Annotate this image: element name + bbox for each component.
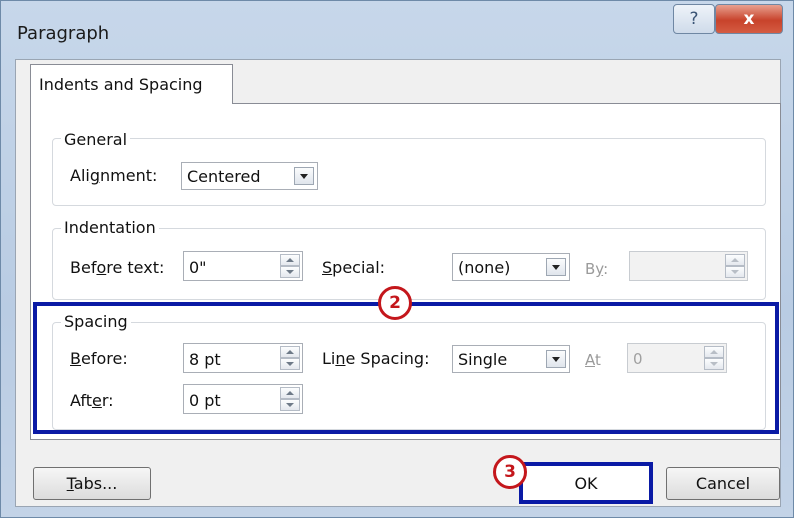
spin-up-icon[interactable] (280, 254, 300, 266)
spin-down-icon (725, 266, 745, 278)
special-value: (none) (458, 258, 511, 277)
close-button[interactable]: x (715, 4, 783, 34)
tabs-button-label: Tabs... (66, 474, 118, 493)
annotation-marker-2: 2 (378, 286, 412, 320)
special-label: Special: (322, 258, 386, 277)
tab-label: Indents and Spacing (39, 75, 203, 94)
close-icon: x (743, 9, 755, 29)
annotation-marker-3: 3 (493, 455, 527, 489)
help-button[interactable]: ? (673, 4, 715, 34)
by-label: By: (585, 260, 609, 278)
chevron-down-icon (546, 258, 566, 276)
cancel-button-label: Cancel (695, 474, 751, 493)
cancel-button[interactable]: Cancel (666, 467, 780, 500)
before-text-spinner[interactable]: 0" (183, 251, 303, 281)
special-dropdown[interactable]: (none) (452, 253, 570, 281)
spin-up-icon (725, 254, 745, 266)
help-icon: ? (689, 9, 699, 29)
annotation-marker-2-label: 2 (389, 293, 401, 313)
alignment-label: Alignment: (70, 166, 158, 185)
dialog-title: Paragraph (17, 23, 110, 44)
alignment-dropdown[interactable]: Centered (181, 162, 318, 190)
tabs-button[interactable]: Tabs... (33, 467, 151, 500)
indentation-group-title: Indentation (61, 218, 159, 237)
by-spinner (629, 251, 748, 281)
before-text-value: 0" (189, 258, 207, 277)
title-bar: Paragraph ? x (1, 1, 793, 59)
ok-highlight-box (519, 462, 653, 504)
alignment-value: Centered (187, 167, 261, 186)
before-text-label: Before text: (70, 258, 165, 277)
general-group (52, 138, 766, 206)
spacing-highlight-box (33, 302, 779, 434)
general-group-title: General (61, 130, 131, 149)
tab-indents-and-spacing[interactable]: Indents and Spacing (30, 64, 233, 104)
spin-down-icon[interactable] (280, 266, 300, 278)
annotation-marker-3-label: 3 (504, 462, 516, 482)
chevron-down-icon (294, 167, 314, 185)
